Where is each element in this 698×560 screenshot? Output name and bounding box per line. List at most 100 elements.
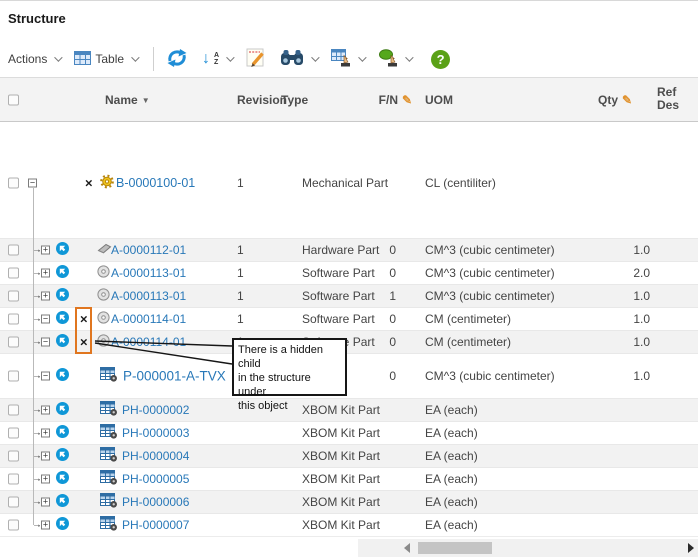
insert-existing-button[interactable] [378,49,411,70]
row-checkbox[interactable] [8,428,19,439]
multiple-usage-icon [56,471,69,487]
scrollbar-thumb[interactable] [418,542,492,554]
table-grid-icon [74,51,91,68]
table-row: →−×A-0000114-011Software Part0CM (centim… [0,330,698,353]
help-icon: ? [431,50,450,69]
row-checkbox[interactable] [8,245,19,256]
edit-column-icon: ✎ [622,93,632,107]
bom-table-icon [100,493,118,511]
part-link[interactable]: A-0000112-01 [111,243,186,257]
chevron-down-icon [55,53,63,61]
row-checkbox[interactable] [8,314,19,325]
refresh-button[interactable] [166,48,188,71]
actions-menu-button[interactable]: Actions [8,52,60,66]
multiple-usage-icon [56,494,69,510]
cell-type: XBOM Kit Part [302,426,380,440]
row-checkbox[interactable] [8,520,19,531]
multiple-usage-icon [56,368,69,384]
table-row: →−P-000001-A-TVX0CM^3 (cubic centimeter)… [0,353,698,398]
row-checkbox[interactable] [8,497,19,508]
software-part-icon [97,311,110,327]
sort-button[interactable]: ↓ AZ [202,51,232,67]
row-checkbox[interactable] [8,371,19,382]
chevron-down-icon [131,53,139,61]
expand-toggle[interactable]: − [41,338,50,347]
cell-type: XBOM Kit Part [302,449,380,463]
callout-text: in the structure under [238,371,341,399]
expand-toggle[interactable]: + [41,452,50,461]
part-link[interactable]: PH-0000006 [122,495,189,509]
software-part-icon [97,265,110,281]
hardware-part-icon [97,243,112,257]
column-header-fn[interactable]: F/N [368,93,398,107]
part-link[interactable]: A-0000113-01 [111,266,186,280]
row-checkbox[interactable] [8,178,19,189]
bom-table-icon [100,401,118,419]
row-checkbox[interactable] [8,291,19,302]
column-header-name[interactable]: Name▼ [105,93,150,107]
table-row: →+PH-0000005XBOM Kit PartEA (each) [0,467,698,490]
column-header-revision[interactable]: Revision [237,93,287,107]
part-link[interactable]: A-0000114-01 [111,312,186,326]
table-edit-button[interactable] [331,49,364,70]
scroll-right-arrow[interactable] [688,543,694,553]
expand-toggle[interactable]: + [41,406,50,415]
bom-table-icon [100,447,118,465]
expand-toggle[interactable]: − [41,372,50,381]
expand-toggle[interactable]: + [41,521,50,530]
row-checkbox[interactable] [8,474,19,485]
cell-fn: 0 [368,266,396,280]
part-link[interactable]: P-000001-A-TVX [123,369,226,384]
software-part-icon [97,288,110,304]
table-row: →+A-0000113-011Software Part0CM^3 (cubic… [0,261,698,284]
part-link[interactable]: PH-0000002 [122,403,189,417]
chevron-down-icon [358,53,366,61]
cell-uom: CL (centiliter) [425,176,496,190]
expand-toggle[interactable]: − [41,315,50,324]
cell-type: Software Part [302,312,375,326]
horizontal-scrollbar[interactable] [358,539,698,557]
cell-fn: 0 [368,312,396,326]
scroll-left-arrow[interactable] [404,543,410,553]
chevron-down-icon [311,53,319,61]
column-header-uom[interactable]: UOM [425,93,453,107]
table-menu-button[interactable]: Table [74,51,137,68]
part-link[interactable]: PH-0000005 [122,472,189,486]
row-checkbox[interactable] [8,268,19,279]
part-link[interactable]: PH-0000007 [122,518,189,532]
expand-toggle[interactable]: + [41,475,50,484]
cell-uom: EA (each) [425,403,478,417]
column-header-refdes[interactable]: RefDes [657,86,679,114]
part-link[interactable]: A-0000113-01 [111,289,186,303]
select-all-checkbox[interactable] [8,95,19,106]
gear-icon [100,175,114,192]
cell-uom: CM (centimeter) [425,335,511,349]
expand-toggle[interactable]: + [41,246,50,255]
cell-fn: 0 [368,243,396,257]
expand-toggle[interactable]: + [41,269,50,278]
cell-uom: CM (centimeter) [425,312,511,326]
expand-toggle[interactable]: + [41,292,50,301]
row-checkbox[interactable] [8,337,19,348]
row-checkbox[interactable] [8,405,19,416]
part-link[interactable]: A-0000114-01 [111,335,186,349]
edit-column-icon: ✎ [402,93,412,107]
column-header-qty[interactable]: Qty [590,93,618,107]
part-link[interactable]: PH-0000004 [122,449,189,463]
find-button[interactable] [280,49,317,69]
expand-toggle[interactable]: + [41,498,50,507]
help-button[interactable]: ? [431,50,450,69]
edit-button[interactable] [246,48,266,71]
callout-box: There is a hidden child in the structure… [232,338,347,396]
part-link[interactable]: B-0000100-01 [116,176,195,190]
chevron-down-icon [405,53,413,61]
row-checkbox[interactable] [8,451,19,462]
part-link[interactable]: PH-0000003 [122,426,189,440]
chevron-down-icon [226,53,234,61]
expand-toggle[interactable]: − [28,179,37,188]
callout-text: There is a hidden child [238,343,341,371]
cell-uom: EA (each) [425,472,478,486]
column-header-type[interactable]: Type [281,93,308,107]
expand-toggle[interactable]: + [41,429,50,438]
multiple-usage-icon [56,517,69,533]
